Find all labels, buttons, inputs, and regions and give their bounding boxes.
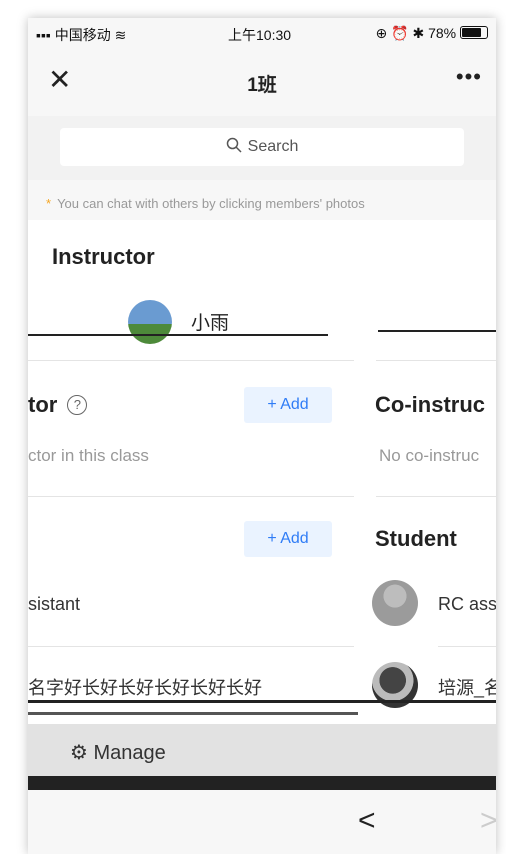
student-name[interactable]: RC ass — [438, 594, 496, 615]
student-avatar[interactable] — [372, 580, 418, 626]
status-bar: ▪▪▪ 中国移动 ≋ 上午10:30 ⊕ ⏰ ✱ 78% — [28, 18, 496, 50]
assistant-heading: tor? — [28, 392, 88, 418]
browser-nav: < > — [28, 790, 496, 854]
assistant-item[interactable]: sistant — [28, 594, 80, 615]
render-artifact-bar — [28, 776, 496, 790]
gear-icon: ⚙ — [70, 742, 88, 764]
search-icon — [226, 137, 242, 153]
search-area: Search — [28, 116, 496, 180]
battery-percent: 78% — [428, 25, 457, 41]
hint-star-icon: * — [46, 196, 52, 211]
search-input[interactable]: Search — [60, 128, 464, 166]
divider — [438, 646, 496, 647]
wifi-icon: ≋ — [114, 27, 127, 43]
render-artifact-line — [28, 700, 496, 703]
phone-frame: ▪▪▪ 中国移动 ≋ 上午10:30 ⊕ ⏰ ✱ 78% ✕ 1班 ••• Se… — [28, 18, 496, 854]
nav-bar: ✕ 1班 ••• — [28, 50, 496, 117]
chat-hint: * You can chat with others by clicking me… — [46, 196, 365, 211]
alarm-icon: ⏰ — [391, 25, 409, 41]
render-artifact-line — [28, 712, 358, 715]
render-artifact-line — [28, 334, 328, 336]
status-right: ⊕ ⏰ ✱ 78% — [375, 25, 488, 42]
lock-rotation-icon: ⊕ — [375, 25, 388, 41]
carrier-text: 中国移动 — [54, 27, 111, 43]
forward-arrow-icon[interactable]: > — [480, 804, 496, 838]
carrier-label: ▪▪▪ 中国移动 ≋ — [36, 25, 126, 45]
coinstructor-empty-text: No co-instruc — [379, 446, 480, 465]
divider — [28, 496, 354, 497]
manage-button[interactable]: ⚙ Manage — [70, 740, 166, 765]
add-student-button[interactable]: + Add — [244, 521, 332, 557]
bluetooth-icon: ✱ — [412, 25, 425, 41]
manage-label: Manage — [93, 742, 166, 764]
student-name[interactable]: 培源_名 — [438, 674, 496, 700]
instructor-row[interactable]: 小雨 — [28, 300, 496, 344]
member-long-name[interactable]: 名字好长好长好长好长好长好 — [28, 674, 262, 700]
manage-bar: ⚙ Manage — [28, 724, 496, 776]
divider — [376, 360, 496, 361]
hint-text: You can chat with others by clicking mem… — [57, 196, 365, 211]
instructor-heading: Instructor — [52, 244, 155, 269]
instructor-avatar[interactable] — [128, 300, 172, 344]
search-placeholder: Search — [247, 138, 299, 155]
back-arrow-icon[interactable]: < — [358, 804, 376, 838]
more-options-icon[interactable]: ••• — [456, 64, 482, 90]
help-icon[interactable]: ? — [67, 395, 88, 415]
divider — [28, 360, 354, 361]
assistant-heading-text: tor — [28, 392, 58, 417]
render-artifact-line — [378, 330, 496, 332]
coinstructor-heading: Co-instruc — [375, 392, 485, 417]
instructor-name: 小雨 — [191, 313, 230, 334]
signal-icon: ▪▪▪ — [36, 27, 51, 43]
battery-icon — [460, 26, 488, 39]
divider — [28, 646, 354, 647]
assistant-empty-text: ctor in this class — [28, 446, 149, 465]
status-time: 上午10:30 — [228, 27, 292, 43]
student-heading: Student — [375, 526, 457, 551]
page-title: 1班 — [247, 75, 277, 96]
add-assistant-button[interactable]: + Add — [244, 387, 332, 423]
divider — [376, 496, 496, 497]
